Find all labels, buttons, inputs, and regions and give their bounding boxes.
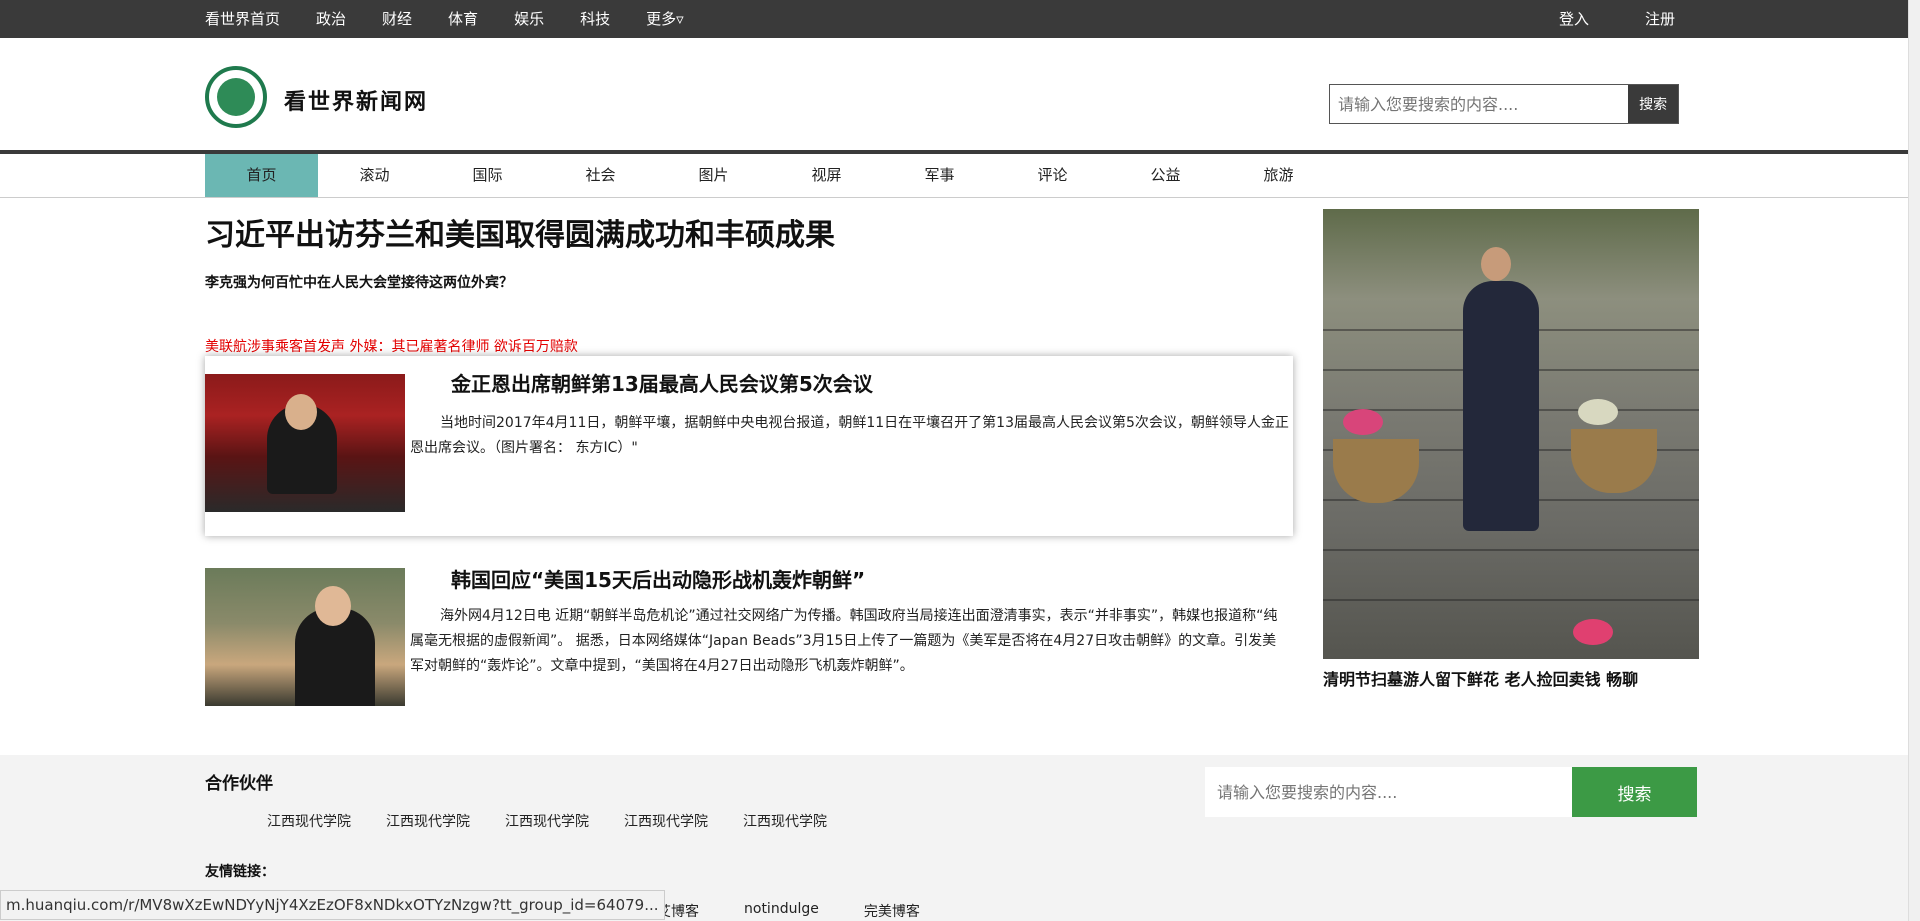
photo-flowers — [1573, 619, 1613, 645]
top-bar: 看世界首页 政治 财经 体育 娱乐 科技 更多▿ 登入 注册 — [0, 0, 1920, 38]
channel-pictures[interactable]: 图片 — [657, 154, 770, 197]
featured-photo[interactable] — [1323, 209, 1699, 659]
channel-rolling[interactable]: 滚动 — [318, 154, 431, 197]
breaking-news-link[interactable]: 美联航涉事乘客首发声 外媒：其已雇著名律师 欲诉百万赔款 — [205, 336, 578, 356]
partner-link[interactable]: 江西现代学院 — [386, 811, 470, 831]
article-card[interactable]: 韩国回应“美国15天后出动隐形战机轰炸朝鲜” 海外网4月12日电 近期“朝鲜半岛… — [205, 559, 1293, 709]
login-link[interactable]: 登入 — [1559, 0, 1589, 38]
partner-link[interactable]: 江西现代学院 — [505, 811, 589, 831]
header-search-input[interactable] — [1330, 85, 1629, 123]
header-search: 搜索 — [1329, 84, 1679, 124]
top-nav-entertainment[interactable]: 娱乐 — [514, 0, 544, 38]
top-nav-home[interactable]: 看世界首页 — [205, 0, 280, 38]
photo-person — [1463, 281, 1539, 531]
article-summary: 当地时间2017年4月11日，朝鲜平壤，据朝鲜中央电视台报道，朝鲜11日在平壤召… — [410, 415, 1289, 456]
friend-links-list: 小艾博客 notindulge 完美博客 — [643, 901, 965, 921]
subheadline-link[interactable]: 李克强为何百忙中在人民大会堂接待这两位外宾？ — [205, 272, 513, 292]
account-links: 登入 注册 — [1559, 0, 1731, 38]
top-nav-finance[interactable]: 财经 — [382, 0, 412, 38]
register-link[interactable]: 注册 — [1645, 0, 1675, 38]
article-title[interactable]: 韩国回应“美国15天后出动隐形战机轰炸朝鲜” — [451, 564, 865, 593]
top-nav-politics[interactable]: 政治 — [316, 0, 346, 38]
channel-home[interactable]: 首页 — [205, 154, 318, 197]
partners-list: 江西现代学院 江西现代学院 江西现代学院 江西现代学院 江西现代学院 — [267, 811, 862, 831]
friend-links-title: 友情链接： — [205, 864, 275, 880]
photo-person-head — [1481, 247, 1511, 281]
photo-flowers — [1578, 399, 1618, 425]
photo-step — [1323, 599, 1699, 601]
header-search-button[interactable]: 搜索 — [1628, 85, 1678, 123]
photo-step — [1323, 549, 1699, 551]
photo-basket-right — [1571, 429, 1657, 493]
channel-international[interactable]: 国际 — [431, 154, 544, 197]
channel-charity[interactable]: 公益 — [1109, 154, 1222, 197]
article-thumbnail[interactable] — [205, 568, 405, 706]
channel-nav: 首页 滚动 国际 社会 图片 视屏 军事 评论 公益 旅游 — [0, 150, 1908, 198]
headline-link[interactable]: 习近平出访芬兰和美国取得圆满成功和丰硕成果 — [205, 210, 835, 254]
site-name: 看世界新闻网 — [284, 89, 429, 115]
thumbnail-face — [315, 586, 351, 626]
footer-search-button[interactable]: 搜索 — [1572, 767, 1697, 817]
top-nav-more[interactable]: 更多▿ — [646, 0, 684, 38]
site-header: 看世界新闻网 搜索 — [0, 38, 1908, 151]
article-summary: 海外网4月12日电 近期“朝鲜半岛危机论”通过社交网络广为传播。韩国政府当局接连… — [410, 608, 1278, 674]
footer-search: 搜索 — [1205, 767, 1697, 817]
photo-flowers — [1343, 409, 1383, 435]
partners-title: 合作伙伴 — [205, 774, 273, 794]
top-nav-tech[interactable]: 科技 — [580, 0, 610, 38]
browser-status-url: m.huanqiu.com/r/MV8wXzEwNDYyNjY4XzEzOF8x… — [0, 890, 665, 920]
partner-link[interactable]: 江西现代学院 — [743, 811, 827, 831]
channel-travel[interactable]: 旅游 — [1222, 154, 1335, 197]
top-nav: 看世界首页 政治 财经 体育 娱乐 科技 更多▿ — [205, 0, 720, 38]
friend-link[interactable]: notindulge — [744, 901, 819, 921]
partner-link[interactable]: 江西现代学院 — [267, 811, 351, 831]
friend-link[interactable]: 完美博客 — [864, 901, 920, 921]
channel-video[interactable]: 视屏 — [770, 154, 883, 197]
site-logo[interactable] — [205, 66, 267, 128]
partner-link[interactable]: 江西现代学院 — [624, 811, 708, 831]
channel-opinion[interactable]: 评论 — [996, 154, 1109, 197]
page-scrollbar[interactable] — [1908, 0, 1920, 921]
article-title[interactable]: 金正恩出席朝鲜第13届最高人民会议第5次会议 — [451, 368, 873, 397]
article-thumbnail[interactable] — [205, 374, 405, 512]
footer-search-input[interactable] — [1205, 767, 1572, 817]
photo-basket-left — [1333, 439, 1419, 503]
article-card[interactable]: 金正恩出席朝鲜第13届最高人民会议第5次会议 当地时间2017年4月11日，朝鲜… — [205, 356, 1293, 536]
channel-military[interactable]: 军事 — [883, 154, 996, 197]
top-nav-sports[interactable]: 体育 — [448, 0, 478, 38]
channel-society[interactable]: 社会 — [544, 154, 657, 197]
thumbnail-face — [285, 394, 317, 430]
featured-photo-caption[interactable]: 清明节扫墓游人留下鲜花 老人捡回卖钱 畅聊 — [1323, 666, 1699, 690]
